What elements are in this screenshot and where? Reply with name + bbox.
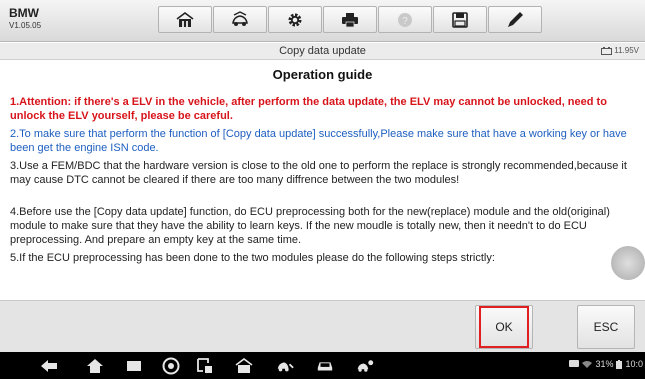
- brand-block: BMW V1.05.05: [9, 6, 41, 32]
- edit-pen-icon: [508, 11, 523, 27]
- battery-voltage-indicator: 11.95V: [601, 46, 639, 55]
- edit-button[interactable]: [488, 6, 542, 33]
- help-button[interactable]: ?: [378, 6, 432, 33]
- remote-vehicle-icon: [357, 360, 374, 372]
- message-icon: [569, 360, 580, 367]
- car-lift-icon: [232, 10, 248, 26]
- guide-heading: Operation guide: [272, 67, 373, 82]
- remote-support-button[interactable]: [356, 357, 374, 375]
- car-icon: [317, 362, 333, 371]
- diagnostic-home-icon: [235, 358, 253, 373]
- screen-capture-icon: [197, 358, 212, 373]
- guide-paragraph-warning: 1.Attention: if there's a ELV in the veh…: [10, 96, 607, 122]
- home-nav-button[interactable]: [86, 357, 104, 375]
- printer-icon: [342, 12, 358, 27]
- battery-percentage: 31%: [595, 359, 614, 369]
- vehicle-lift-button[interactable]: [213, 6, 267, 33]
- diagnostic-home-button[interactable]: [235, 357, 253, 375]
- settings-button[interactable]: [268, 6, 322, 33]
- top-toolbar: BMW V1.05.05 ?: [0, 0, 645, 42]
- system-status-area: 31% 10:0: [569, 359, 643, 369]
- home-nav-icon: [87, 359, 103, 373]
- brand-name: BMW: [9, 6, 39, 20]
- wifi-icon: [582, 361, 593, 368]
- guide-paragraph-info: 2.To make sure that perform the function…: [10, 128, 627, 154]
- recent-apps-icon: [127, 361, 141, 371]
- back-button[interactable]: [40, 357, 58, 375]
- clock: 10:0: [625, 359, 643, 369]
- vehicle-battery-icon: [601, 46, 613, 55]
- operation-guide-panel[interactable]: Operation guide 1.Attention: if there's …: [0, 61, 645, 300]
- diagnostic-app-window: BMW V1.05.05 ? Copy data update 11.95V O…: [0, 0, 645, 379]
- vehicle-wrench-icon: [277, 362, 294, 372]
- screen-capture-button[interactable]: [196, 357, 214, 375]
- recent-apps-button[interactable]: [125, 357, 143, 375]
- print-button[interactable]: [323, 6, 377, 33]
- voltage-value: 11.95V: [614, 46, 639, 55]
- floating-scroll-handle[interactable]: [611, 246, 645, 280]
- guide-paragraph: 4.Before use the [Copy data update] func…: [10, 206, 610, 246]
- home-button[interactable]: [158, 6, 212, 33]
- guide-paragraph: 5.If the ECU preprocessing has been done…: [10, 252, 495, 264]
- screen-title: Copy data update: [279, 45, 366, 57]
- save-icon: [452, 11, 468, 28]
- screen-title-bar: Copy data update 11.95V: [0, 43, 645, 60]
- action-bar: OK ESC: [0, 300, 645, 352]
- back-arrow-icon: [41, 360, 57, 372]
- settings-gear-icon: [288, 13, 302, 26]
- esc-button[interactable]: ESC: [577, 305, 635, 349]
- home-icon: [176, 11, 194, 27]
- ok-button[interactable]: OK: [475, 305, 533, 349]
- vehicle-service-button[interactable]: [276, 357, 294, 375]
- battery-icon: [616, 359, 623, 369]
- browser-button[interactable]: [162, 357, 180, 375]
- guide-paragraph: 3.Use a FEM/BDC that the hardware versio…: [10, 160, 627, 186]
- vehicle-button[interactable]: [316, 357, 334, 375]
- save-button[interactable]: [433, 6, 487, 33]
- browser-icon: [162, 357, 180, 375]
- svg-text:?: ?: [402, 16, 408, 27]
- help-icon: ?: [398, 12, 412, 27]
- system-navigation-bar: 31% 10:0: [0, 352, 645, 379]
- software-version: V1.05.05: [9, 21, 42, 30]
